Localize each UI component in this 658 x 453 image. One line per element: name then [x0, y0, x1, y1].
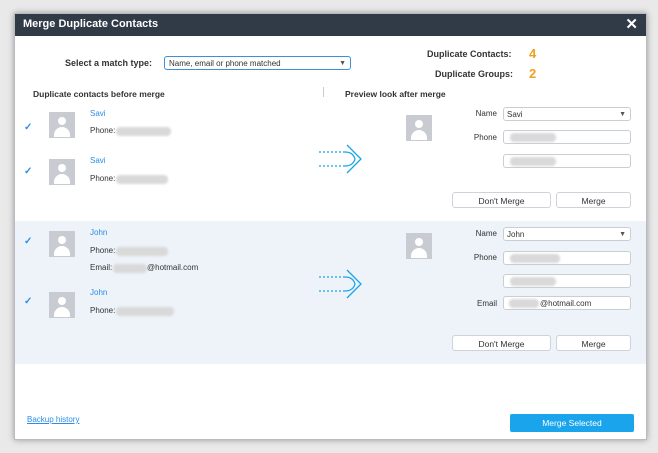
email-domain: @hotmail.com: [540, 299, 592, 308]
duplicate-group-1: ✓ Savi Phone: ✓ Savi Phone: Name Savi ▼ …: [15, 102, 646, 221]
preview-name-select[interactable]: John ▼: [503, 227, 631, 241]
close-icon[interactable]: ✕: [625, 15, 638, 33]
backup-history-link[interactable]: Backup history: [27, 415, 79, 424]
before-merge-heading: Duplicate contacts before merge: [33, 89, 165, 99]
duplicate-group-2: ✓ John Phone: Email: @hotmail.com ✓ John…: [15, 221, 646, 364]
contact-name[interactable]: John: [90, 288, 107, 297]
preview-name-value: Savi: [507, 110, 523, 119]
preview-phone-field-1[interactable]: [503, 130, 631, 144]
preview-name-label: Name: [475, 109, 497, 118]
merge-button[interactable]: Merge: [556, 192, 631, 208]
preview-name-select[interactable]: Savi ▼: [503, 107, 631, 121]
phone-label: Phone:: [90, 126, 116, 135]
match-type-label: Select a match type:: [65, 58, 153, 68]
group2-contact2-checkbox[interactable]: ✓: [24, 297, 34, 307]
redacted-phone: [510, 157, 556, 166]
duplicate-contacts-count: 4: [529, 46, 537, 61]
group1-contact2-checkbox[interactable]: ✓: [24, 167, 34, 177]
dont-merge-button[interactable]: Don't Merge: [452, 335, 551, 351]
redacted-email: [113, 264, 147, 273]
column-divider: [323, 87, 324, 97]
merge-arrow-icon: [319, 144, 362, 174]
phone-label: Phone:: [90, 246, 116, 255]
redacted-phone: [510, 277, 556, 286]
redacted-phone: [116, 175, 168, 184]
match-type-value: Name, email or phone matched: [169, 59, 281, 68]
dont-merge-button[interactable]: Don't Merge: [452, 192, 551, 208]
redacted-phone: [510, 254, 560, 263]
merge-dialog: Merge Duplicate Contacts ✕ Select a matc…: [14, 13, 647, 440]
avatar: [49, 112, 75, 138]
avatar: [49, 159, 75, 185]
preview-avatar: [406, 233, 432, 259]
redacted-phone: [116, 307, 174, 316]
avatar: [49, 292, 75, 318]
group2-contact1-checkbox[interactable]: ✓: [24, 237, 34, 247]
contact-name[interactable]: Savi: [90, 109, 106, 118]
preview-phone-field-2[interactable]: [503, 274, 631, 288]
preview-avatar: [406, 115, 432, 141]
redacted-phone: [116, 247, 168, 256]
email-label: Email:: [90, 263, 113, 272]
phone-label: Phone:: [90, 306, 116, 315]
preview-phone-field-1[interactable]: [503, 251, 631, 265]
redacted-phone: [510, 133, 556, 142]
chevron-down-icon: ▼: [339, 60, 346, 67]
group1-contact1-checkbox[interactable]: ✓: [24, 123, 34, 133]
email-domain: @hotmail.com: [147, 263, 199, 272]
preview-name-value: John: [507, 230, 525, 239]
redacted-email: [509, 299, 539, 308]
after-merge-heading: Preview look after merge: [345, 89, 446, 99]
duplicate-groups-count: 2: [529, 66, 537, 81]
merge-button[interactable]: Merge: [556, 335, 631, 351]
preview-email-field[interactable]: @hotmail.com: [503, 296, 631, 310]
merge-arrow-icon: [319, 269, 362, 299]
duplicate-groups-label: Duplicate Groups:: [435, 69, 514, 79]
chevron-down-icon: ▼: [619, 111, 626, 118]
avatar: [49, 231, 75, 257]
match-type-select[interactable]: Name, email or phone matched ▼: [164, 56, 351, 70]
preview-phone-label: Phone: [473, 133, 497, 142]
preview-phone-field-2[interactable]: [503, 154, 631, 168]
title-bar: Merge Duplicate Contacts ✕: [15, 14, 646, 36]
duplicate-contacts-label: Duplicate Contacts:: [427, 49, 512, 59]
chevron-down-icon: ▼: [619, 231, 626, 238]
preview-phone-label: Phone: [473, 253, 497, 262]
phone-label: Phone:: [90, 174, 116, 183]
preview-name-label: Name: [475, 229, 497, 238]
preview-email-label: Email: [476, 299, 497, 308]
redacted-phone: [116, 127, 171, 136]
contact-name[interactable]: Savi: [90, 156, 106, 165]
dialog-title: Merge Duplicate Contacts: [23, 18, 159, 30]
merge-selected-button[interactable]: Merge Selected: [510, 414, 634, 432]
contact-name[interactable]: John: [90, 228, 107, 237]
